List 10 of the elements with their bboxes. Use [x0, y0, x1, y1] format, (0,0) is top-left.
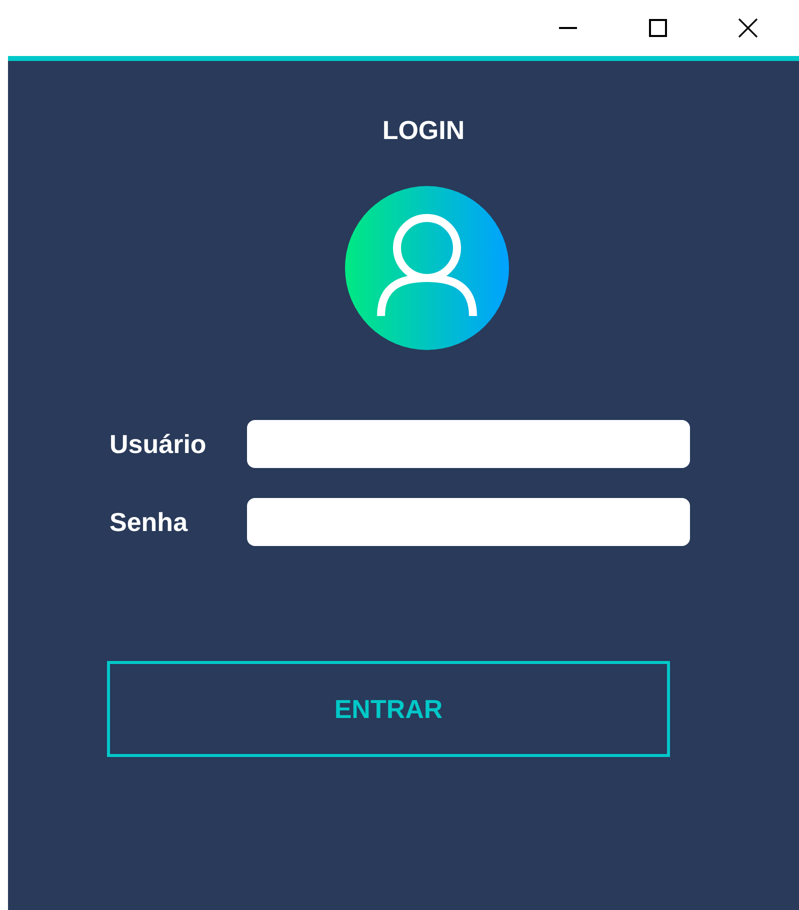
minimize-icon — [559, 27, 577, 29]
input-field[interactable] — [246, 420, 690, 468]
input-field[interactable] — [246, 498, 690, 546]
login-title: LOGIN — [382, 114, 465, 147]
maximize-icon — [649, 19, 667, 37]
enter-button[interactable]: ENTRAR — [107, 661, 670, 757]
field-label: Senha — [110, 506, 189, 538]
user-avatar-icon — [344, 186, 508, 350]
close-icon — [738, 18, 758, 38]
field-label: Usuário — [110, 428, 208, 460]
